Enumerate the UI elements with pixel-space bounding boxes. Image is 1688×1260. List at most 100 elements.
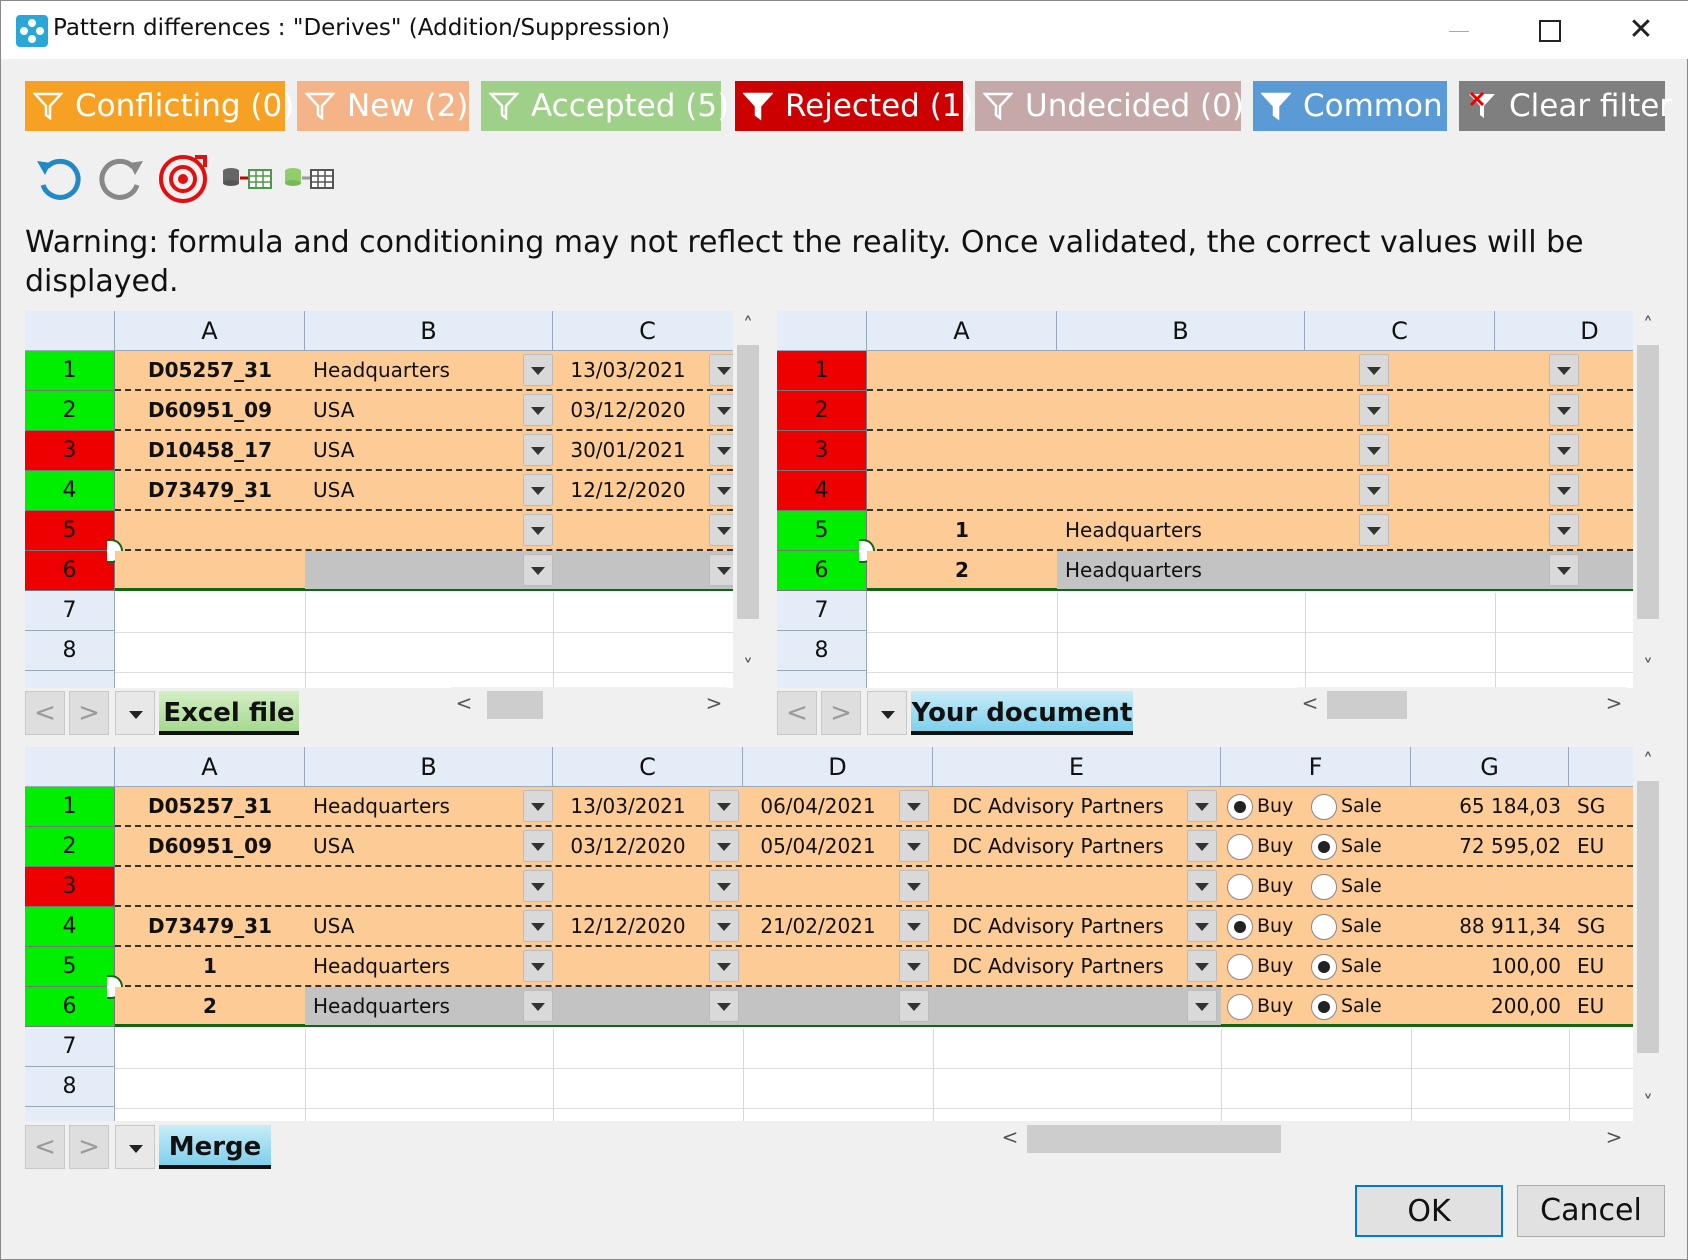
horizontal-scrollbar[interactable]: < > bbox=[451, 687, 727, 723]
row-header[interactable]: 3 bbox=[25, 867, 115, 907]
table-row[interactable] bbox=[867, 593, 1633, 633]
dropdown-button[interactable] bbox=[709, 950, 739, 982]
cell[interactable]: DC Advisory Partners bbox=[933, 907, 1183, 945]
dropdown-button[interactable] bbox=[1187, 990, 1217, 1022]
table-row[interactable]: D73479_31 USA 12/12/2020 bbox=[115, 471, 733, 511]
cell[interactable]: DC Advisory Partners bbox=[933, 947, 1183, 985]
cell[interactable]: 06/04/2021 bbox=[743, 787, 893, 825]
cell[interactable]: Headquarters bbox=[305, 947, 515, 985]
dropdown-button[interactable] bbox=[1359, 394, 1389, 426]
scroll-thumb[interactable] bbox=[487, 691, 543, 719]
dropdown-button[interactable] bbox=[1359, 434, 1389, 466]
filter-undecided-button[interactable]: Undecided (0) bbox=[975, 81, 1244, 131]
table-row[interactable]: D10458_17 USA 30/01/2021 bbox=[115, 431, 733, 471]
sale-radio[interactable] bbox=[1311, 914, 1337, 940]
column-header[interactable]: B bbox=[1057, 311, 1305, 351]
previous-sheet-button[interactable]: < bbox=[777, 691, 817, 735]
dropdown-button[interactable] bbox=[899, 830, 929, 862]
cell[interactable] bbox=[1305, 551, 1495, 589]
cell[interactable]: 12/12/2020 bbox=[553, 907, 703, 945]
table-row[interactable] bbox=[115, 1029, 1633, 1069]
previous-sheet-button[interactable]: < bbox=[25, 691, 65, 735]
table-row[interactable]: 2 Headquarters bbox=[867, 551, 1633, 591]
column-header[interactable]: D bbox=[1495, 311, 1633, 351]
cell[interactable]: EU bbox=[1569, 827, 1633, 865]
scroll-right-icon[interactable]: > bbox=[1601, 1125, 1627, 1149]
cell[interactable] bbox=[305, 551, 553, 589]
dropdown-button[interactable] bbox=[1549, 434, 1579, 466]
dropdown-button[interactable] bbox=[709, 474, 733, 506]
cell[interactable]: USA bbox=[305, 907, 515, 945]
sale-radio[interactable] bbox=[1311, 954, 1337, 980]
merge-grid[interactable]: A B C D E F G 1 2 3 4 5 6 7 8 D05257_31 … bbox=[25, 747, 1633, 1121]
cell[interactable]: 12/12/2020 bbox=[553, 471, 703, 509]
sheet-tab-your-document[interactable]: Your document bbox=[911, 691, 1133, 735]
scroll-thumb[interactable] bbox=[1637, 345, 1659, 619]
table-row[interactable] bbox=[867, 633, 1633, 673]
dropdown-button[interactable] bbox=[899, 870, 929, 902]
row-header[interactable]: 7 bbox=[25, 591, 115, 631]
dropdown-button[interactable] bbox=[709, 790, 739, 822]
cell[interactable]: USA bbox=[305, 471, 515, 509]
table-row[interactable]: 1 Headquarters bbox=[867, 511, 1633, 551]
dropdown-button[interactable] bbox=[523, 990, 553, 1022]
cell[interactable]: 200,00 bbox=[1411, 987, 1569, 1025]
your-document-grid[interactable]: A B C D 1 2 3 4 5 6 7 8 1 Headquarters 2… bbox=[777, 311, 1633, 688]
scroll-up-icon[interactable]: ˄ bbox=[1635, 313, 1661, 337]
dropdown-button[interactable] bbox=[1359, 354, 1389, 386]
buy-radio[interactable] bbox=[1227, 834, 1253, 860]
table-row[interactable] bbox=[115, 1069, 1633, 1109]
dropdown-button[interactable] bbox=[1187, 950, 1217, 982]
row-header[interactable]: 1 bbox=[25, 787, 115, 827]
filter-accepted-button[interactable]: Accepted (5) bbox=[481, 81, 729, 131]
cell[interactable]: 100,00 bbox=[1411, 947, 1569, 985]
dropdown-button[interactable] bbox=[1549, 514, 1579, 546]
redo-icon[interactable] bbox=[93, 151, 149, 207]
row-header[interactable]: 4 bbox=[777, 471, 867, 511]
dropdown-button[interactable] bbox=[899, 790, 929, 822]
column-header[interactable]: A bbox=[115, 747, 305, 787]
cell[interactable]: USA bbox=[305, 827, 515, 865]
cell[interactable]: DC Advisory Partners bbox=[933, 787, 1183, 825]
column-header[interactable]: C bbox=[1305, 311, 1495, 351]
row-header[interactable]: 1 bbox=[777, 351, 867, 391]
scroll-thumb[interactable] bbox=[737, 345, 759, 619]
sale-radio[interactable] bbox=[1311, 994, 1337, 1020]
cell[interactable]: 1 bbox=[867, 511, 1057, 549]
row-header[interactable]: 2 bbox=[25, 391, 115, 431]
dropdown-button[interactable] bbox=[1187, 830, 1217, 862]
dropdown-button[interactable] bbox=[523, 870, 553, 902]
next-sheet-button[interactable]: > bbox=[821, 691, 861, 735]
table-row[interactable] bbox=[867, 471, 1633, 511]
scroll-left-icon[interactable]: < bbox=[997, 1125, 1023, 1149]
scroll-thumb[interactable] bbox=[1327, 691, 1407, 719]
cell[interactable]: 13/03/2021 bbox=[553, 787, 703, 825]
cell[interactable] bbox=[553, 551, 733, 589]
buy-radio[interactable] bbox=[1227, 914, 1253, 940]
row-header[interactable]: 4 bbox=[25, 471, 115, 511]
dropdown-button[interactable] bbox=[709, 514, 733, 546]
cell[interactable]: D60951_09 bbox=[115, 827, 305, 865]
dropdown-button[interactable] bbox=[709, 394, 733, 426]
dropdown-button[interactable] bbox=[709, 870, 739, 902]
dropdown-button[interactable] bbox=[899, 950, 929, 982]
row-header[interactable] bbox=[25, 1107, 115, 1121]
column-header[interactable] bbox=[1569, 747, 1633, 787]
table-row[interactable] bbox=[867, 431, 1633, 471]
cell[interactable]: D73479_31 bbox=[115, 907, 305, 945]
horizontal-scrollbar[interactable]: < > bbox=[997, 1121, 1627, 1157]
reset-icon[interactable] bbox=[155, 151, 211, 207]
cell[interactable]: Headquarters bbox=[305, 987, 553, 1025]
cell[interactable]: 30/01/2021 bbox=[553, 431, 703, 469]
table-row[interactable] bbox=[115, 551, 733, 591]
column-header[interactable]: C bbox=[553, 311, 733, 351]
column-header[interactable]: G bbox=[1411, 747, 1569, 787]
buy-radio[interactable] bbox=[1227, 874, 1253, 900]
scroll-thumb[interactable] bbox=[1027, 1125, 1281, 1153]
vertical-scrollbar[interactable]: ˄ ˅ bbox=[1635, 747, 1661, 1121]
table-row[interactable] bbox=[115, 633, 733, 673]
scroll-down-icon[interactable]: ˅ bbox=[1635, 655, 1661, 679]
next-sheet-button[interactable]: > bbox=[69, 691, 109, 735]
cell[interactable]: EU bbox=[1569, 987, 1633, 1025]
dropdown-button[interactable] bbox=[1187, 910, 1217, 942]
